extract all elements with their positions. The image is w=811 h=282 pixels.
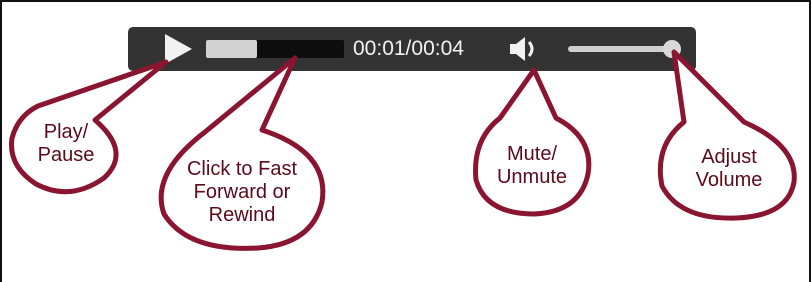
volume-callout: Adjust Volume: [674, 146, 784, 192]
mute-callout: Mute/ Unmute: [484, 143, 580, 189]
play-pause-callout: Play/ Pause: [34, 121, 98, 167]
seek-callout: Click to Fast Forward or Rewind: [172, 158, 312, 227]
volume-callout-bubble: [657, 49, 797, 221]
seek-callout-line3: Rewind: [208, 204, 276, 226]
mute-callout-line2: Unmute: [496, 166, 568, 188]
volume-callout-line2: Volume: [695, 169, 763, 191]
play-pause-callout-line2: Pause: [37, 144, 95, 166]
mute-callout-bubble: [473, 67, 592, 217]
seek-callout-line2: Forward or: [193, 181, 291, 203]
mute-callout-line1: Mute/: [506, 143, 558, 165]
seek-callout-line1: Click to Fast: [186, 158, 298, 180]
volume-callout-line1: Adjust: [701, 146, 757, 168]
callout-shapes: [9, 49, 797, 251]
play-pause-callout-line1: Play/: [43, 121, 89, 143]
